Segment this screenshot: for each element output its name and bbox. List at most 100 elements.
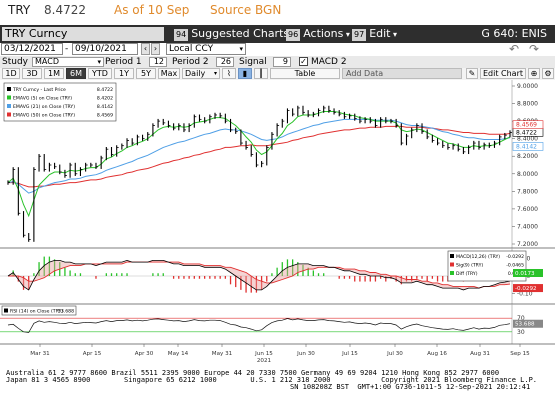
legend-series-name: MACD(12,26) (TRY) — [456, 254, 500, 260]
range-max-button[interactable]: Max — [158, 68, 180, 79]
undo-icon[interactable]: ↶ — [509, 43, 519, 55]
currency-select[interactable]: Local CCY ▾ — [166, 43, 246, 55]
start-date-field[interactable]: 03/12/2021 — [1, 43, 63, 55]
line-chart-icon: ⌇ — [227, 69, 231, 78]
price-tick-label: 8.0000 — [517, 171, 538, 178]
price-last-tag-label: 8.4142 — [516, 143, 537, 150]
range-6m-button[interactable]: 6M — [66, 68, 86, 79]
security-header: TRY 8.4722 As of 10 Sep Source BGN — [0, 0, 555, 20]
period1-label: Period 1 — [105, 57, 142, 67]
legend-swatch — [450, 271, 454, 275]
range-ytd-button[interactable]: YTD — [88, 68, 112, 79]
x-tick-label: May 31 — [212, 351, 233, 357]
last-price: 8.4722 — [44, 3, 86, 17]
edit-chart-button[interactable]: Edit Chart — [480, 68, 526, 79]
frequency-select[interactable]: Daily ▾ — [182, 68, 220, 79]
legend-swatch — [450, 262, 454, 267]
period2-field[interactable]: 26 — [216, 57, 234, 67]
currency-value: Local CCY — [169, 44, 214, 54]
actions-label: Actions — [303, 27, 344, 40]
legend-series-name: EMAVG (21) on Close (TRY) — [13, 104, 75, 110]
rsi-legend: RSI (14) on Close (TRY)53.688 — [1, 305, 77, 316]
legend-series-name: Diff (TRY) — [456, 271, 478, 277]
signal-field[interactable]: 9 — [273, 57, 291, 67]
legend-series-name: RSI (14) on Close (TRY) — [10, 309, 63, 315]
suggested-charts-button[interactable]: 94 Suggested Charts — [174, 27, 289, 41]
x-tick-label: Aug 16 — [427, 351, 447, 357]
price-panel[interactable]: 9.00008.80008.60008.40008.20008.00007.80… — [0, 80, 555, 248]
x-tick-label: Jun 30 — [296, 351, 315, 357]
range-1m-button[interactable]: 1M — [44, 68, 64, 79]
macd2-label: MACD 2 — [311, 57, 347, 67]
period2-label: Period 2 — [172, 57, 209, 67]
price-tick-label: 7.6000 — [517, 206, 538, 213]
bar-style-button[interactable]: ▮ — [238, 68, 252, 79]
edit-key: 97 — [352, 29, 367, 41]
suggested-charts-label: Suggested Charts — [191, 27, 290, 40]
chart-area[interactable]: 9.00008.80008.60008.40008.20008.00007.80… — [0, 80, 555, 365]
signal-label: Signal — [239, 57, 267, 67]
footer-session: SN 108208Z BST GMT+1:00 G736-1011-5 12-S… — [290, 383, 531, 391]
period1-field[interactable]: 12 — [149, 57, 167, 67]
date-separator: - — [65, 44, 69, 54]
x-tick-label: Mar 31 — [30, 351, 50, 357]
rsi-last-tag-label: 53.688 — [515, 322, 535, 328]
price-tick-label: 9.0000 — [517, 83, 538, 90]
legend-swatch — [7, 112, 11, 117]
zoom-icon: ⊕ — [530, 69, 538, 78]
price-tick-label: 8.8000 — [517, 101, 538, 108]
end-date-field[interactable]: 09/10/2021 — [72, 43, 138, 55]
legend-series-value: 8.4569 — [97, 113, 113, 119]
legend-series-value: -0.0292 — [506, 254, 524, 260]
study-select[interactable]: MACD ▾ — [32, 57, 104, 67]
candle-style-button[interactable]: ┃ — [254, 68, 268, 79]
actions-key: 96 — [286, 29, 301, 41]
range-1y-button[interactable]: 1Y — [114, 68, 134, 79]
chart-tools-button[interactable]: ✎ — [466, 68, 478, 79]
price-tick-label: 7.8000 — [517, 188, 538, 195]
actions-button[interactable]: 96 Actions ▾ — [286, 27, 350, 41]
price-legend: TRY Curncy - Last Price 8.4722 EMAVG (5) o… — [3, 82, 117, 122]
x-tick-label: Apr 15 — [83, 351, 102, 357]
range-1d-button[interactable]: 1D — [2, 68, 20, 79]
study-value: MACD — [35, 57, 59, 66]
legend-swatch — [7, 87, 11, 91]
edit-button[interactable]: 97 Edit ▾ — [352, 27, 397, 41]
legend-series-value: 8.4722 — [97, 87, 113, 93]
price-tick-label: 7.2000 — [517, 241, 538, 248]
legend-swatch — [7, 95, 11, 100]
add-data-field[interactable]: Add Data — [342, 68, 462, 79]
legend-series-value: 8.4202 — [97, 96, 113, 102]
legend-series-value: 53.688 — [58, 309, 74, 315]
study-label: Study — [2, 57, 28, 67]
range-bar: 1D 3D 1M 6M YTD 1Y 5Y Max Daily ▾ ⌇ ▮ ┃ T… — [0, 68, 555, 80]
price-last-tag-label: 8.4569 — [516, 122, 537, 129]
price-last-tag-label: 8.4722 — [516, 129, 537, 136]
suggested-charts-key: 94 — [174, 29, 189, 41]
page-id: G 640: ENIS — [481, 27, 547, 40]
table-button[interactable]: Table — [270, 68, 340, 79]
study-bar: Study MACD ▾ Period 1 12 Period 2 26 Sign… — [0, 56, 555, 68]
command-bar: TRY Curncy 94 Suggested Charts 96 Actions … — [0, 25, 555, 43]
redo-icon[interactable]: ↷ — [529, 43, 539, 55]
zoom-button[interactable]: ⊕ — [528, 68, 540, 79]
price-source: Source BGN — [210, 3, 282, 17]
settings-button[interactable]: ⚙ — [542, 68, 554, 79]
x-year-label: 2021 — [257, 358, 272, 364]
security-field[interactable]: TRY Curncy — [2, 27, 164, 41]
price-tick-label: 8.4000 — [517, 136, 538, 143]
frequency-value: Daily — [185, 69, 206, 78]
legend-series-value: -0.0465 — [506, 263, 524, 269]
x-tick-label: Jul 30 — [386, 351, 403, 357]
previous-period-button[interactable]: ‹ — [141, 43, 150, 55]
range-3d-button[interactable]: 3D — [22, 68, 42, 79]
macd2-checkbox[interactable]: ✓ — [299, 57, 308, 66]
legend-swatch — [450, 254, 454, 258]
line-style-button[interactable]: ⌇ — [222, 68, 236, 79]
as-of-date: As of 10 Sep — [114, 3, 190, 17]
next-period-button[interactable]: › — [151, 43, 160, 55]
bar-chart-icon: ▮ — [242, 69, 248, 78]
x-tick-label: Sep 15 — [510, 351, 530, 357]
range-5y-button[interactable]: 5Y — [136, 68, 156, 79]
x-tick-label: Aug 31 — [470, 351, 490, 357]
